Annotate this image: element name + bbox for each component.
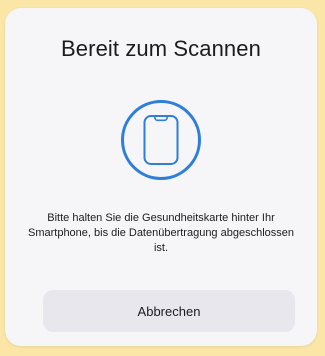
smartphone-icon bbox=[119, 98, 203, 182]
scan-sheet: Bereit zum Scannen Bitte halten Sie die … bbox=[5, 8, 317, 346]
scan-instructions: Bitte halten Sie die Gesundheitskarte hi… bbox=[27, 212, 294, 254]
sheet-title: Bereit zum Scannen bbox=[61, 36, 261, 61]
cancel-button-label: Abbrechen bbox=[137, 303, 201, 319]
cancel-button[interactable]: Abbrechen bbox=[43, 290, 295, 332]
